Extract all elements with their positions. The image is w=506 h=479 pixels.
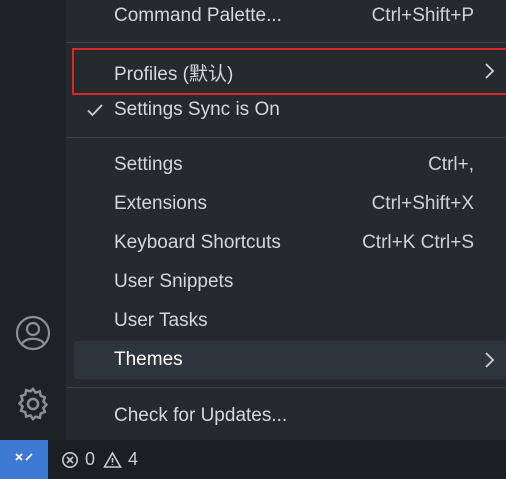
menu-item-label: Themes [114,349,183,370]
menu-item-settings[interactable]: Settings Ctrl+, [74,146,506,184]
manage-menu: Command Palette... Ctrl+Shift+P Profiles… [66,0,506,440]
menu-separator [66,42,506,43]
menu-separator [66,387,506,388]
menu-item-check-for-updates[interactable]: Check for Updates... [74,397,506,435]
menu-item-settings-sync[interactable]: Settings Sync is On [74,91,506,129]
menu-item-keyboard-shortcuts[interactable]: Keyboard Shortcuts Ctrl+K Ctrl+S [74,224,506,262]
menu-item-shortcut: Ctrl+, [428,154,474,175]
menu-item-themes[interactable]: Themes [74,341,506,379]
menu-item-extensions[interactable]: Extensions Ctrl+Shift+X [74,185,506,223]
menu-separator [66,137,506,138]
remote-indicator[interactable] [0,440,48,479]
chevron-right-icon [482,350,496,376]
menu-item-label: Keyboard Shortcuts [114,232,281,253]
warning-count: 4 [128,449,139,469]
menu-item-label: Settings Sync is On [114,99,280,120]
error-count: 0 [85,449,96,469]
status-bar: 0 4 [0,440,506,479]
menu-item-label: User Snippets [114,271,234,292]
menu-item-shortcut: Ctrl+K Ctrl+S [362,232,474,253]
warning-icon [103,450,122,469]
remote-icon [13,446,35,473]
activity-bar [0,0,66,440]
menu-item-label: User Tasks [114,310,208,331]
menu-item-shortcut: Ctrl+Shift+P [371,5,474,26]
error-icon [61,451,79,469]
account-icon[interactable] [13,313,53,353]
problems-indicator[interactable]: 0 4 [61,440,138,479]
menu-item-label: Settings [114,154,183,175]
menu-item-label: Command Palette... [114,5,282,26]
chevron-right-icon [482,61,496,87]
checkmark-icon [85,100,105,126]
menu-item-user-snippets[interactable]: User Snippets [74,263,506,301]
menu-item-command-palette[interactable]: Command Palette... Ctrl+Shift+P [74,0,506,35]
settings-gear-icon[interactable] [13,384,53,424]
menu-item-label: Profiles (默认) [114,64,234,85]
menu-item-user-tasks[interactable]: User Tasks [74,302,506,340]
menu-item-label: Check for Updates... [114,405,288,426]
menu-item-label: Extensions [114,193,207,214]
menu-item-profiles[interactable]: Profiles (默认) [72,48,506,95]
menu-item-shortcut: Ctrl+Shift+X [371,193,474,214]
